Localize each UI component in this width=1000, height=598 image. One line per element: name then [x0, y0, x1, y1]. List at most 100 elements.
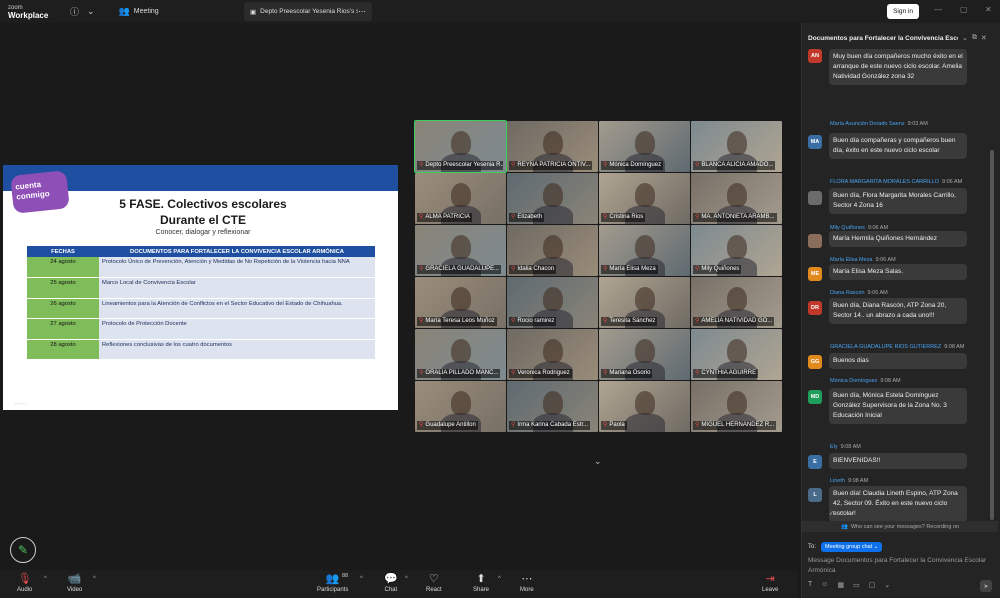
avatar[interactable]: L: [808, 488, 822, 502]
message-bubble: Buen día, Flora Margarita Morales Carril…: [829, 188, 967, 214]
video-tile[interactable]: ⚲ Idalia Chacon: [507, 225, 598, 276]
meeting-title-tab[interactable]: ▣ Depto Preescolar Yesenia Rios's sc ⋯: [244, 2, 372, 21]
avatar[interactable]: MD: [808, 390, 822, 404]
avatar[interactable]: GG: [808, 355, 822, 369]
participant-head: [727, 391, 747, 415]
video-tile[interactable]: ⚲ Teresita Sánchez: [599, 277, 690, 328]
avatar[interactable]: [808, 234, 822, 248]
message-reactions[interactable]: ⤺ ☺ ⋯: [829, 509, 855, 518]
more-icon[interactable]: ⌄: [884, 581, 890, 589]
video-tile[interactable]: ⚲ AMELIA NATIVIDAD GO...: [691, 277, 782, 328]
video-tile[interactable]: ⚲ MIGUEL HERNANDEZ R...: [691, 381, 782, 432]
audio-button[interactable]: 🎙 Audio: [17, 573, 32, 593]
video-tile[interactable]: ⚲ Veronica Rodriguez: [507, 329, 598, 380]
mic-muted-icon: ⚲: [603, 162, 608, 168]
chat-scrollbar[interactable]: [990, 150, 994, 520]
mic-muted-icon: ⚲: [603, 318, 608, 324]
recipient-dropdown[interactable]: Meeting group chat ⌄: [821, 542, 883, 552]
video-tile[interactable]: ⚲ Paola: [599, 381, 690, 432]
participant-name: Elizabeth: [517, 214, 543, 220]
participant-name-label: ⚲ Depto Preescolar Yesenia R...: [417, 161, 503, 170]
mic-muted-icon: ⚲: [511, 162, 516, 168]
video-tile[interactable]: ⚲ Mónica Domínguez: [599, 121, 690, 172]
mic-muted-icon: ⚲: [419, 422, 424, 428]
send-button[interactable]: ➤: [980, 580, 992, 592]
share-icon: ⬆: [476, 573, 486, 585]
participant-head: [543, 183, 563, 207]
video-tile[interactable]: ⚲ ALMA PATRICIA: [415, 173, 506, 224]
video-tile[interactable]: ⚲ María Elisa Meza: [599, 225, 690, 276]
message-input[interactable]: Message Documentos para Fortalecer la Co…: [808, 556, 992, 576]
video-tile[interactable]: ⚲ Elizabeth: [507, 173, 598, 224]
avatar[interactable]: [808, 191, 822, 205]
chat-button[interactable]: 💬 Chat: [384, 573, 398, 593]
react-button[interactable]: ♡ React: [426, 573, 442, 593]
avatar[interactable]: E: [808, 455, 822, 469]
zoom-window: zoom Workplace ⓘ ⌄ 👥 Meeting ▣ Depto Pre…: [0, 0, 1000, 598]
video-options-caret[interactable]: ^: [93, 576, 96, 582]
participant-name-label: ⚲ BLANCA ALICIA AMADO...: [693, 161, 776, 170]
video-tile[interactable]: ⚲ Mariana Osorio: [599, 329, 690, 380]
meeting-tab[interactable]: 👥 Meeting: [119, 6, 159, 17]
chevron-down-icon[interactable]: ⌄: [87, 6, 95, 17]
participant-name-label: ⚲ CYNTHIA AGUIRRE: [693, 369, 759, 378]
participants-options-caret[interactable]: ^: [360, 576, 363, 582]
participant-name-label: ⚲ Mariana Osorio: [601, 369, 653, 378]
col-documents: DOCUMENTOS PARA FORTALECER LA CONVIVENCI…: [99, 246, 375, 257]
minimize-icon[interactable]: —: [934, 5, 942, 14]
screenshot-icon[interactable]: ▢: [869, 581, 876, 589]
sign-in-button[interactable]: Sign in: [887, 4, 919, 19]
audio-options-caret[interactable]: ^: [44, 576, 47, 582]
video-tile[interactable]: ⚲ Cristina Rios: [599, 173, 690, 224]
video-tile[interactable]: ⚲ Mily Quiñones: [691, 225, 782, 276]
maximize-icon[interactable]: ▢: [960, 5, 968, 14]
video-tile[interactable]: ⚲ Depto Preescolar Yesenia R...: [414, 120, 507, 173]
table-row: 24 agosto Protocolo Único de Prevención, …: [27, 257, 375, 279]
participant-name-label: ⚲ María Teresa Leos Muñoz: [417, 317, 497, 326]
more-button[interactable]: ⋯ More: [520, 573, 534, 593]
more-icon[interactable]: ⋯: [358, 7, 366, 16]
file-icon[interactable]: ▭: [853, 581, 860, 589]
video-tile[interactable]: ⚲ REYNA PATRICIA ONTIV...: [507, 121, 598, 172]
participants-icon: 👥: [325, 573, 340, 585]
text-format-icon[interactable]: T: [808, 581, 812, 589]
video-tile[interactable]: ⚲ CYNTHIA AGUIRRE: [691, 329, 782, 380]
message-bubble: María Hermila Quiñones Hernández: [829, 231, 967, 247]
video-tile[interactable]: ⚲ Guadalupe Antillon: [415, 381, 506, 432]
gif-icon[interactable]: ▦: [837, 581, 844, 589]
share-button[interactable]: ⬆ Share: [473, 573, 489, 593]
annotate-pencil-button[interactable]: ✎: [10, 537, 36, 563]
video-tile[interactable]: ⚲ ORALIA PILLADO MANC...: [415, 329, 506, 380]
video-tile[interactable]: ⚲ MA. ANTONIETA ARAMB...: [691, 173, 782, 224]
format-toolbar: T ☺ ▦ ▭ ▢ ⌄: [808, 581, 890, 589]
video-button[interactable]: 📹 Video: [67, 573, 82, 593]
who-can-see-notice[interactable]: 👥 Who can see your messages? Recording o…: [802, 521, 998, 532]
participant-name: María Teresa Leos Muñoz: [425, 318, 495, 324]
close-icon[interactable]: ✕: [985, 5, 992, 14]
popout-icon[interactable]: ⧉: [972, 34, 977, 42]
participant-name: Teresita Sánchez: [609, 318, 656, 324]
video-tile[interactable]: ⚲ GRACIELA GUADALUPE...: [415, 225, 506, 276]
video-tile[interactable]: ⚲ María Teresa Leos Muñoz: [415, 277, 506, 328]
avatar[interactable]: AN: [808, 49, 822, 63]
participant-name-label: ⚲ AMELIA NATIVIDAD GO...: [693, 317, 775, 326]
avatar[interactable]: ME: [808, 267, 822, 281]
close-chat-icon[interactable]: ✕: [981, 34, 987, 42]
chevron-down-icon[interactable]: ⌄: [962, 34, 968, 42]
message-bubble: Muy buen día compañeros mucho éxito en e…: [829, 49, 967, 85]
participant-name-label: ⚲ Elizabeth: [509, 213, 545, 222]
share-options-caret[interactable]: ^: [498, 576, 501, 582]
leave-button[interactable]: ⇥ Leave: [762, 573, 778, 593]
video-tile[interactable]: ⚲ Irma Karina Cabada Estr...: [507, 381, 598, 432]
gallery-chevron-down-icon[interactable]: ⌄: [594, 456, 602, 467]
video-tile[interactable]: ⚲ BLANCA ALICIA AMADO...: [691, 121, 782, 172]
people-icon: 👥: [840, 523, 848, 530]
avatar[interactable]: MA: [808, 135, 822, 149]
participant-body: [625, 413, 665, 432]
heart-icon: ♡: [428, 573, 439, 585]
emoji-icon[interactable]: ☺: [821, 581, 828, 589]
chat-options-caret[interactable]: ^: [405, 576, 408, 582]
avatar[interactable]: DR: [808, 301, 822, 315]
video-tile[interactable]: ⚲ Rocio ramirez: [507, 277, 598, 328]
info-icon[interactable]: ⓘ: [70, 5, 79, 18]
